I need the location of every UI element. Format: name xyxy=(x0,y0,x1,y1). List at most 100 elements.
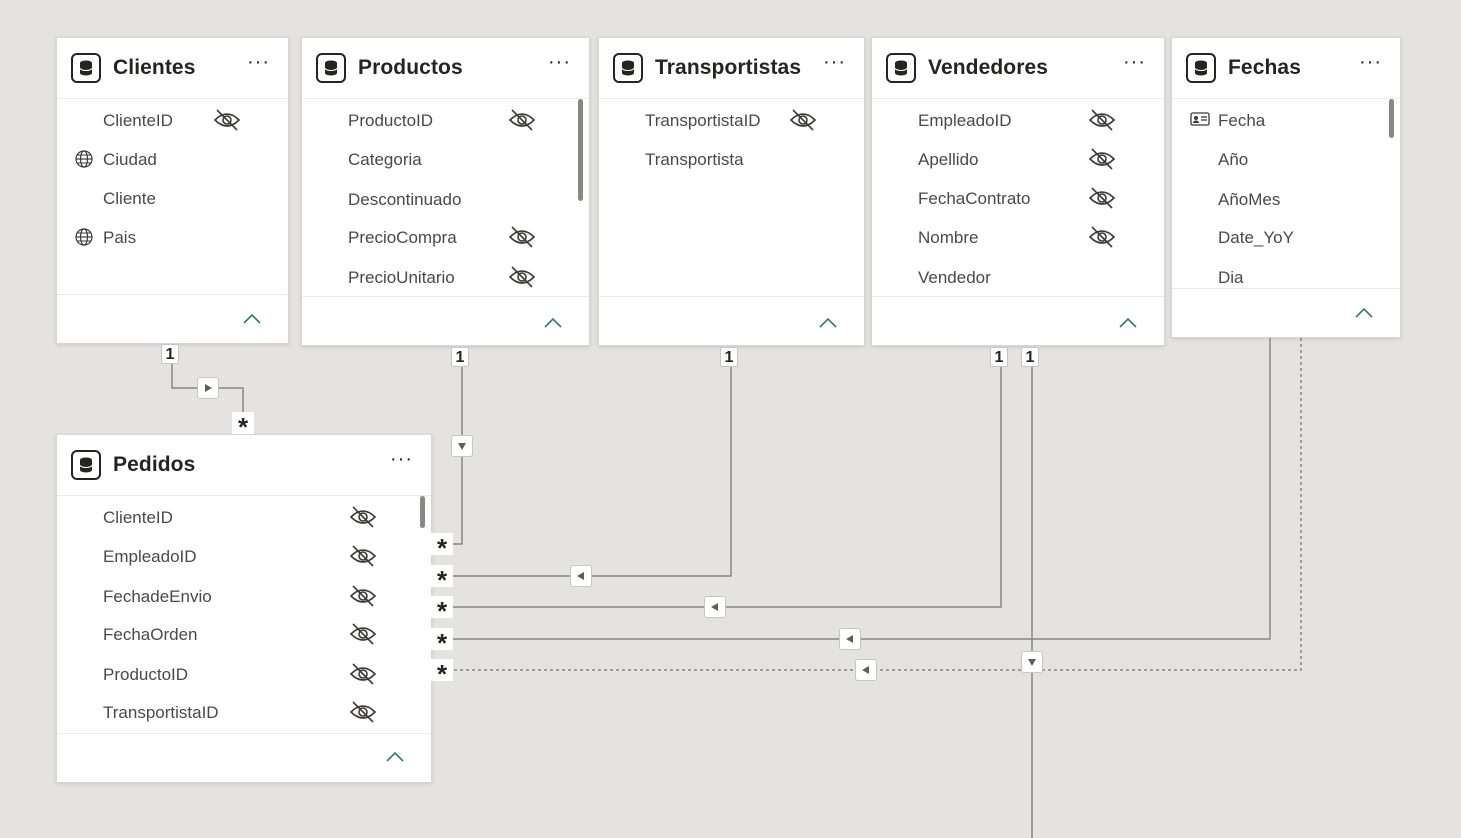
more-options-button[interactable]: ··· xyxy=(390,449,413,469)
field-row[interactable]: Transportista xyxy=(599,140,864,179)
field-row[interactable]: FechaOrden xyxy=(57,615,431,654)
field-row[interactable]: Cliente xyxy=(57,179,288,218)
card-footer xyxy=(302,296,589,345)
field-row[interactable]: Nombre xyxy=(872,218,1164,257)
eye-hidden-icon[interactable] xyxy=(1088,186,1116,210)
card-footer xyxy=(872,296,1164,345)
field-list: TransportistaID Transportista xyxy=(599,99,864,299)
relationship-transportistas-pedidos xyxy=(452,366,732,577)
field-name: TransportistaID xyxy=(645,110,761,130)
eye-hidden-icon[interactable] xyxy=(508,265,536,289)
field-row[interactable]: Descontinuado xyxy=(302,180,589,219)
field-name: EmpleadoID xyxy=(103,546,197,566)
field-row[interactable]: Dia xyxy=(1172,258,1400,291)
field-row[interactable]: FechadeEnvio xyxy=(57,577,431,616)
table-card-pedidos[interactable]: Pedidos ··· ClienteID EmpleadoID Fechade… xyxy=(56,434,432,783)
field-row[interactable]: TransportistaID xyxy=(599,101,864,140)
field-row[interactable]: Fecha xyxy=(1172,101,1400,140)
more-options-button[interactable]: ··· xyxy=(823,52,846,72)
field-row[interactable]: PrecioCompra xyxy=(302,218,589,257)
field-row[interactable]: PrecioUnitario xyxy=(302,258,589,297)
more-options-button[interactable]: ··· xyxy=(247,52,270,72)
table-card-fechas[interactable]: Fechas ··· Fecha Año AñoMes Date_YoY Dia xyxy=(1171,37,1401,338)
field-row[interactable]: Apellido xyxy=(872,140,1164,179)
globe-icon xyxy=(75,150,93,168)
field-name: Categoria xyxy=(348,149,422,169)
field-row[interactable]: Categoria xyxy=(302,140,589,179)
field-row[interactable]: EmpleadoID xyxy=(872,101,1164,140)
filter-direction-right-icon[interactable] xyxy=(197,377,219,399)
eye-hidden-icon[interactable] xyxy=(789,108,817,132)
field-row[interactable]: Vendedor xyxy=(872,258,1164,297)
table-card-clientes[interactable]: Clientes ··· ClienteID Ciudad Cliente Pa… xyxy=(56,37,289,344)
eye-hidden-icon[interactable] xyxy=(349,505,377,529)
eye-hidden-icon[interactable] xyxy=(508,108,536,132)
table-header[interactable]: Productos ··· xyxy=(302,38,589,99)
field-row[interactable]: ProductoID xyxy=(57,655,431,694)
collapse-chevron-up-icon[interactable] xyxy=(242,312,262,326)
field-list: ClienteID EmpleadoID FechadeEnvio FechaO… xyxy=(57,496,431,736)
field-row[interactable]: AñoMes xyxy=(1172,180,1400,219)
table-header[interactable]: Vendedores ··· xyxy=(872,38,1164,99)
collapse-chevron-up-icon[interactable] xyxy=(543,316,563,330)
collapse-chevron-up-icon[interactable] xyxy=(1354,306,1374,320)
filter-direction-left-icon[interactable] xyxy=(855,659,877,681)
cardinality-many-label: * xyxy=(232,412,254,442)
field-row[interactable]: Date_YoY xyxy=(1172,218,1400,257)
field-name: Fecha xyxy=(1218,110,1266,130)
field-name: ProductoID xyxy=(348,110,434,130)
table-header[interactable]: Clientes ··· xyxy=(57,38,288,99)
table-card-vendedores[interactable]: Vendedores ··· EmpleadoID Apellido Fecha… xyxy=(871,37,1165,346)
field-name: ProductoID xyxy=(103,664,189,684)
field-row[interactable]: ClienteID xyxy=(57,101,288,140)
field-name: FechaContrato xyxy=(918,188,1031,208)
cardinality-one-label: 1 xyxy=(1021,347,1039,367)
eye-hidden-icon[interactable] xyxy=(1088,225,1116,249)
eye-hidden-icon[interactable] xyxy=(349,700,377,724)
collapse-chevron-up-icon[interactable] xyxy=(818,316,838,330)
eye-hidden-icon[interactable] xyxy=(508,225,536,249)
eye-hidden-icon[interactable] xyxy=(213,108,241,132)
collapse-chevron-up-icon[interactable] xyxy=(1118,316,1138,330)
filter-direction-left-icon[interactable] xyxy=(839,628,861,650)
field-row[interactable]: Pais xyxy=(57,218,288,257)
table-header[interactable]: Fechas ··· xyxy=(1172,38,1400,99)
more-options-button[interactable]: ··· xyxy=(1123,52,1146,72)
more-options-button[interactable]: ··· xyxy=(1359,52,1382,72)
cardinality-one-label: 1 xyxy=(451,347,469,367)
field-name: PrecioCompra xyxy=(348,227,457,247)
table-card-productos[interactable]: Productos ··· ProductoID Categoria Desco… xyxy=(301,37,590,346)
table-header[interactable]: Pedidos ··· xyxy=(57,435,431,496)
eye-hidden-icon[interactable] xyxy=(1088,108,1116,132)
field-row[interactable]: TransportistaID xyxy=(57,693,431,732)
field-name: Dia xyxy=(1218,267,1244,287)
field-row[interactable]: Año xyxy=(1172,140,1400,179)
field-row[interactable]: Ciudad xyxy=(57,140,288,179)
field-row[interactable]: ProductoID xyxy=(302,101,589,140)
card-footer xyxy=(57,733,431,782)
field-row[interactable]: FechaContrato xyxy=(872,179,1164,218)
table-card-transportistas[interactable]: Transportistas ··· TransportistaID Trans… xyxy=(598,37,865,346)
field-list: EmpleadoID Apellido FechaContrato Nombre… xyxy=(872,99,1164,299)
field-name: Descontinuado xyxy=(348,189,462,209)
filter-direction-left-icon[interactable] xyxy=(570,565,592,587)
field-row[interactable]: EmpleadoID xyxy=(57,537,431,576)
eye-hidden-icon[interactable] xyxy=(349,544,377,568)
field-name: Cliente xyxy=(103,188,156,208)
filter-direction-down-icon[interactable] xyxy=(451,435,473,457)
relationship-fechas-pedidos xyxy=(452,338,1271,640)
card-footer xyxy=(599,296,864,345)
field-row[interactable]: ClienteID xyxy=(57,498,431,537)
eye-hidden-icon[interactable] xyxy=(1088,147,1116,171)
cardinality-many-label: * xyxy=(431,628,453,658)
eye-hidden-icon[interactable] xyxy=(349,584,377,608)
filter-direction-left-icon[interactable] xyxy=(704,596,726,618)
table-header[interactable]: Transportistas ··· xyxy=(599,38,864,99)
more-options-button[interactable]: ··· xyxy=(548,52,571,72)
eye-hidden-icon[interactable] xyxy=(349,662,377,686)
eye-hidden-icon[interactable] xyxy=(349,622,377,646)
collapse-chevron-up-icon[interactable] xyxy=(385,750,405,764)
table-title: Productos xyxy=(358,56,463,79)
filter-direction-down-icon[interactable] xyxy=(1021,651,1043,673)
field-name: Pais xyxy=(103,227,137,247)
